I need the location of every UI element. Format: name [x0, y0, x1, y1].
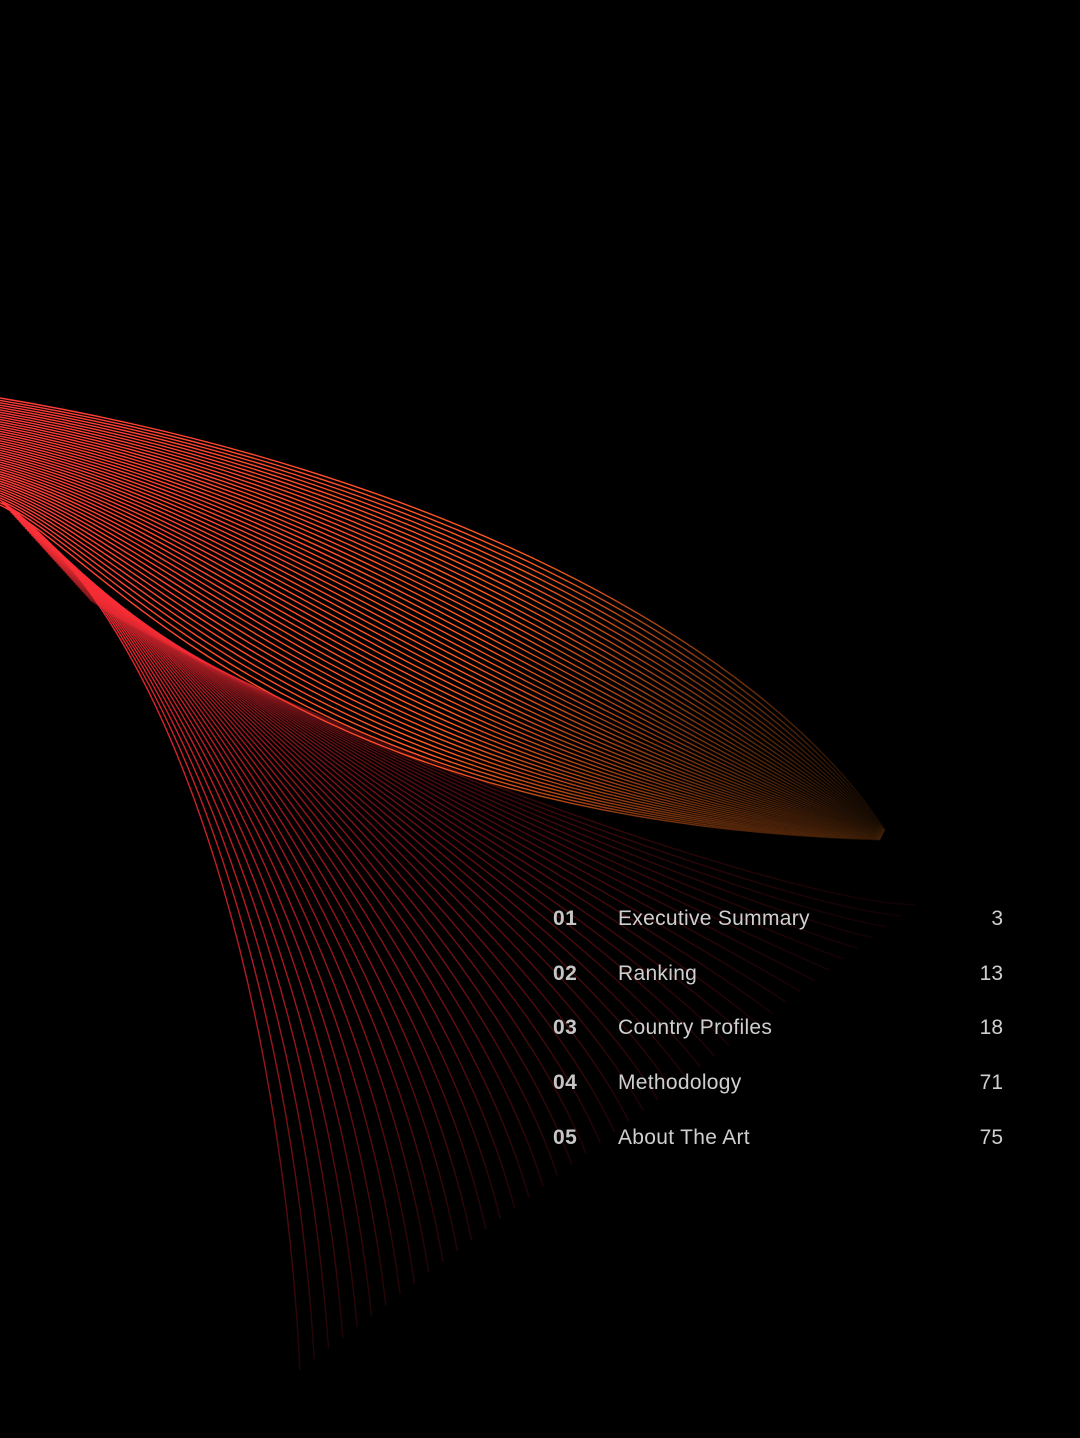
toc-item-country-profiles[interactable]: 03 Country Profiles 18 — [553, 1001, 1003, 1056]
toc-item-title: Methodology — [618, 1071, 742, 1095]
toc-item-page: 13 — [979, 961, 1003, 985]
toc-item-about-the-art[interactable]: 05 About The Art 75 — [553, 1110, 1003, 1165]
table-of-contents: 01 Executive Summary 3 02 Ranking 13 03 … — [553, 892, 1003, 1165]
toc-item-methodology[interactable]: 04 Methodology 71 — [553, 1056, 1003, 1111]
toc-item-title: Ranking — [618, 961, 698, 985]
toc-item-page: 3 — [991, 907, 1003, 931]
toc-item-number: 02 — [553, 961, 578, 985]
toc-item-number: 05 — [553, 1125, 578, 1149]
toc-item-number: 03 — [553, 1016, 578, 1040]
toc-item-page: 75 — [979, 1125, 1003, 1149]
toc-item-page: 71 — [979, 1071, 1003, 1095]
toc-item-ranking[interactable]: 02 Ranking 13 — [553, 947, 1003, 1002]
toc-item-title: Executive Summary — [618, 907, 810, 931]
toc-item-title: Country Profiles — [618, 1016, 773, 1040]
toc-item-number: 01 — [553, 907, 578, 931]
wave-line-art — [0, 397, 1080, 1438]
toc-item-executive-summary[interactable]: 01 Executive Summary 3 — [553, 892, 1003, 947]
toc-item-title: About The Art — [618, 1125, 750, 1149]
art-line — [83, 592, 873, 939]
toc-item-page: 18 — [979, 1016, 1003, 1040]
toc-item-number: 04 — [553, 1071, 578, 1095]
